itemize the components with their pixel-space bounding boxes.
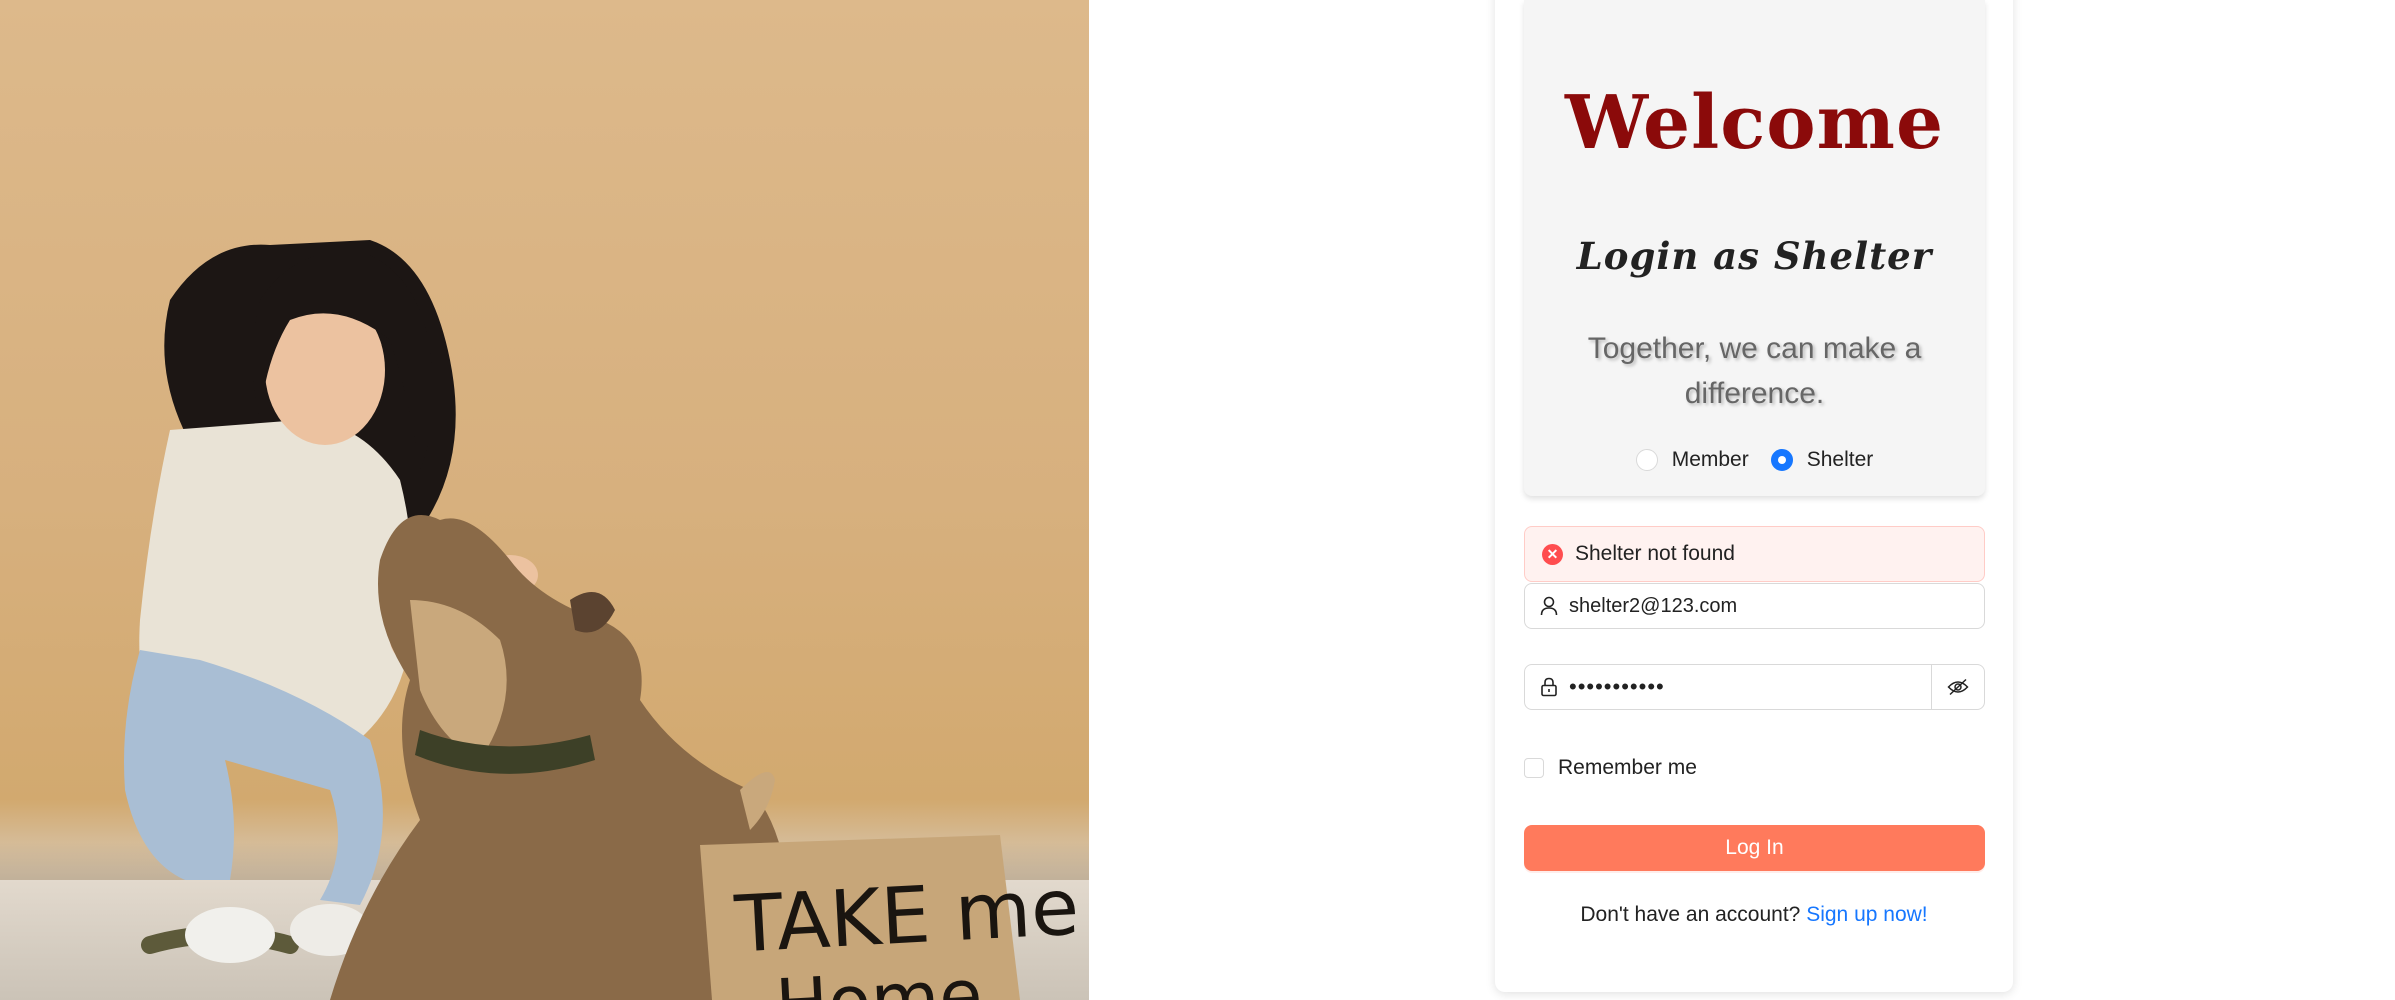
error-alert: ✕ Shelter not found: [1524, 526, 1985, 582]
password-input[interactable]: [1569, 667, 1931, 707]
remember-me-checkbox[interactable]: [1524, 758, 1544, 778]
tagline: Together, we can make a difference.: [1587, 332, 1922, 410]
hero-photo: TAKE me Home: [0, 0, 1089, 1000]
signup-prompt: Don't have an account? Sign up now!: [1495, 903, 2013, 927]
member-radio[interactable]: [1635, 449, 1658, 471]
close-circle-icon: ✕: [1542, 543, 1563, 565]
shelter-radio[interactable]: [1770, 449, 1793, 471]
svg-text:TAKE me: TAKE me: [732, 863, 1081, 971]
lock-icon: [1525, 677, 1569, 697]
remember-me-label: Remember me: [1558, 756, 1697, 779]
sign-text: TAKE me Home: [732, 863, 1081, 1000]
role-option-shelter[interactable]: Shelter: [1770, 448, 1874, 472]
remember-me[interactable]: Remember me: [1524, 756, 1697, 780]
role-radio-group: Member Shelter: [1524, 445, 1985, 475]
signup-link[interactable]: Sign up now!: [1806, 903, 1927, 926]
error-message: Shelter not found: [1575, 542, 1735, 565]
email-field[interactable]: [1524, 583, 1985, 629]
shelter-radio-label: Shelter: [1806, 448, 1874, 471]
password-field[interactable]: [1524, 664, 1985, 710]
signup-prompt-text: Don't have an account?: [1580, 903, 1801, 926]
welcome-title: Welcome: [1564, 80, 1945, 166]
role-option-member[interactable]: Member: [1635, 448, 1749, 472]
card-header: Welcome Login as Shelter Together, we ca…: [1524, 0, 1985, 496]
eye-invisible-icon[interactable]: [1931, 665, 1984, 709]
login-role-subtitle: Login as Shelter: [1576, 234, 1933, 278]
user-icon: [1525, 596, 1569, 616]
email-input[interactable]: [1569, 586, 1984, 626]
member-radio-label: Member: [1671, 448, 1749, 471]
login-button[interactable]: Log In: [1524, 825, 1985, 871]
